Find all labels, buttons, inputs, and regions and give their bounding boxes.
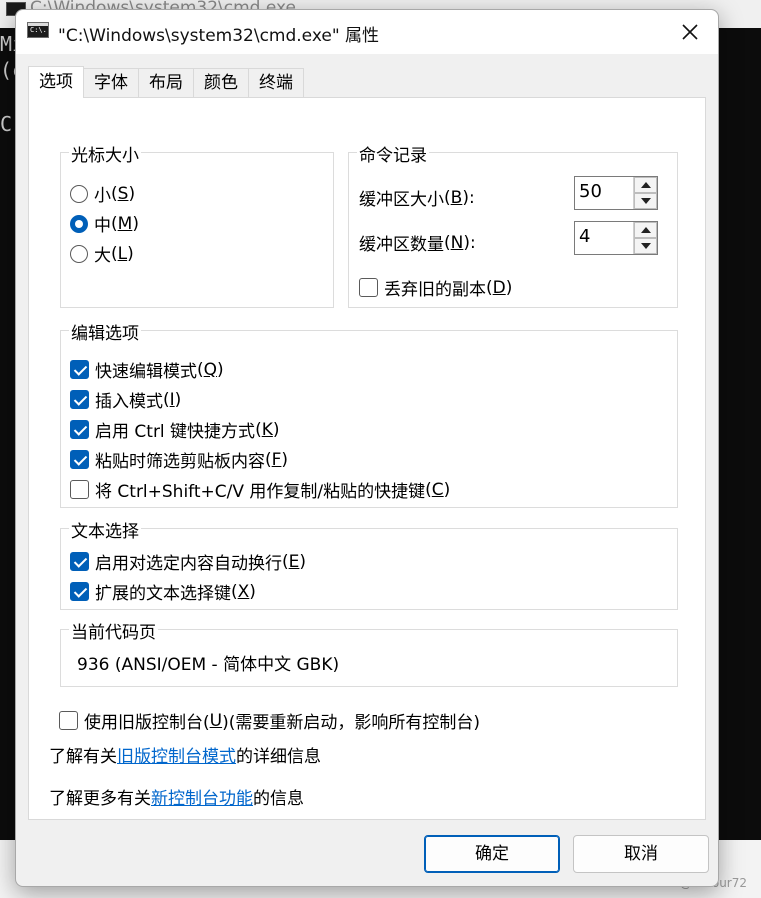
checkbox-checked[interactable]	[70, 390, 89, 409]
command-history-group: 命令记录 缓冲区大小(B): 50 缓冲区数量(N): 4 丢弃旧的副本 (D…	[348, 141, 678, 308]
checkbox-row[interactable]: 扩展的文本选择键(X)	[70, 579, 256, 604]
checkbox-label: 快速编辑模式	[95, 362, 197, 382]
access-key: F	[271, 449, 282, 470]
options-panel: 光标大小 小(S) 中(M) 大(L) 命令记录 缓冲区大小(B): 50 缓冲…	[28, 97, 706, 820]
checkbox[interactable]	[70, 480, 89, 499]
tab-font[interactable]: 字体	[83, 68, 139, 98]
checkbox-checked[interactable]	[70, 450, 89, 469]
buffer-count-label: 缓冲区数量(N):	[359, 232, 476, 256]
checkbox[interactable]	[59, 711, 78, 730]
tab-colors[interactable]: 颜色	[193, 68, 249, 98]
arrow-up-icon	[640, 227, 651, 233]
buffer-size-input[interactable]: 50	[575, 177, 633, 209]
ok-button[interactable]: 确定	[424, 835, 560, 873]
checkbox-label: 将 Ctrl+Shift+C/V 用作复制/粘贴的快捷键	[95, 482, 426, 502]
checkbox-row[interactable]: 粘贴时筛选剪贴板内容(F)	[70, 447, 288, 472]
group-title: 当前代码页	[69, 618, 158, 643]
legacy-info-text: 了解有关 旧版控制台模式 的详细信息	[49, 742, 321, 767]
tab-strip: 选项 字体 布局 颜色 终端	[28, 66, 304, 98]
tab-options[interactable]: 选项	[28, 66, 84, 98]
group-title: 光标大小	[69, 141, 141, 166]
spin-down-button[interactable]	[634, 238, 657, 254]
group-title: 编辑选项	[69, 319, 141, 344]
cancel-button[interactable]: 取消	[573, 835, 709, 873]
codepage-value: 936 (ANSI/OEM - 简体中文 GBK)	[77, 655, 340, 675]
group-title: 命令记录	[357, 141, 429, 166]
close-icon	[682, 24, 698, 40]
close-button[interactable]	[668, 14, 712, 50]
tab-layout[interactable]: 布局	[138, 68, 194, 98]
text-selection-group: 文本选择 启用对选定内容自动换行(E) 扩展的文本选择键(X)	[60, 517, 678, 610]
access-key: Q	[203, 359, 218, 380]
arrow-down-icon	[640, 198, 651, 204]
dialog-title: "C:\Windows\system32\cmd.exe" 属性	[58, 26, 380, 46]
radio-button[interactable]	[70, 244, 88, 263]
radio-medium[interactable]: 中(M)	[70, 211, 139, 236]
new-features-link[interactable]: 新控制台功能	[151, 784, 253, 809]
legacy-mode-link[interactable]: 旧版控制台模式	[117, 742, 236, 767]
radio-large[interactable]: 大(L)	[70, 241, 134, 266]
access-key: E	[288, 551, 300, 572]
checkbox-checked[interactable]	[70, 582, 89, 601]
checkbox-label: 粘贴时筛选剪贴板内容	[95, 452, 265, 472]
checkbox-checked[interactable]	[70, 552, 89, 571]
cursor-size-group: 光标大小 小(S) 中(M) 大(L)	[60, 141, 334, 308]
access-key: C	[431, 479, 444, 500]
radio-small[interactable]: 小(S)	[70, 181, 135, 206]
checkbox-row[interactable]: 将 Ctrl+Shift+C/V 用作复制/粘贴的快捷键(C)	[70, 477, 450, 502]
dialog-titlebar: C:\. "C:\Windows\system32\cmd.exe" 属性	[16, 10, 718, 54]
new-features-info-text: 了解更多有关 新控制台功能 的信息	[49, 784, 304, 809]
group-title: 文本选择	[69, 517, 141, 542]
radio-button-selected[interactable]	[70, 214, 88, 233]
checkbox[interactable]	[359, 278, 378, 297]
checkbox-label: 启用 Ctrl 键快捷方式	[95, 422, 256, 442]
access-key: X	[237, 581, 250, 602]
checkbox-row[interactable]: 快速编辑模式(Q)	[70, 357, 224, 382]
checkbox-label: 启用对选定内容自动换行	[95, 554, 282, 574]
checkbox-row[interactable]: 启用对选定内容自动换行(E)	[70, 549, 306, 574]
edit-options-group: 编辑选项 快速编辑模式(Q) 插入模式(I) 启用 Ctrl 键快捷方式(K) 粘贴时…	[60, 319, 678, 508]
codepage-group: 当前代码页 936 (ANSI/OEM - 简体中文 GBK)	[60, 618, 678, 687]
legacy-console-checkbox[interactable]: 使用旧版控制台(U)(需要重新启动，影响所有控制台)	[59, 708, 480, 733]
checkbox-label: 扩展的文本选择键	[95, 584, 231, 604]
checkbox-row[interactable]: 启用 Ctrl 键快捷方式(K)	[70, 417, 280, 442]
buffer-size-label: 缓冲区大小(B):	[359, 187, 475, 211]
spin-up-button[interactable]	[634, 222, 657, 238]
tab-terminal[interactable]: 终端	[248, 68, 304, 98]
arrow-down-icon	[640, 243, 651, 249]
checkbox-checked[interactable]	[70, 420, 89, 439]
buffer-size-spinner[interactable]: 50	[574, 176, 658, 210]
discard-duplicates-checkbox[interactable]: 丢弃旧的副本(D)	[359, 275, 512, 300]
checkbox-row[interactable]: 插入模式(I)	[70, 387, 181, 412]
buffer-count-spinner[interactable]: 4	[574, 221, 658, 255]
arrow-up-icon	[640, 182, 651, 188]
buffer-count-input[interactable]: 4	[575, 222, 633, 254]
spin-up-button[interactable]	[634, 177, 657, 193]
cmd-icon: C:\.	[27, 22, 49, 38]
access-key: I	[169, 389, 175, 410]
checkbox-checked[interactable]	[70, 360, 89, 379]
properties-dialog: C:\. "C:\Windows\system32\cmd.exe" 属性 选项…	[15, 9, 719, 887]
access-key: K	[261, 419, 273, 440]
checkbox-label: 插入模式	[95, 392, 163, 412]
spin-down-button[interactable]	[634, 193, 657, 209]
radio-button[interactable]	[70, 184, 88, 203]
